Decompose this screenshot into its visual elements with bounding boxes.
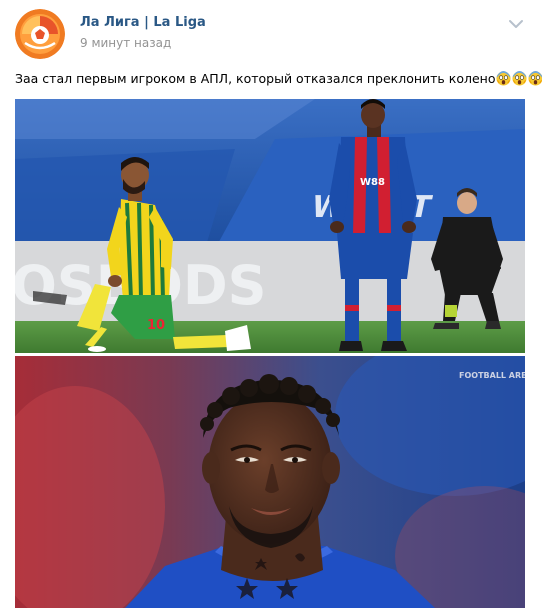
shirt-number: 10 xyxy=(147,318,165,333)
laliga-logo-icon xyxy=(15,9,65,59)
post-photo-match[interactable]: WW ST OSBODS 10 xyxy=(15,99,525,353)
community-avatar[interactable] xyxy=(15,9,65,59)
chevron-down-icon[interactable] xyxy=(506,16,526,32)
emoji-group xyxy=(496,71,542,91)
post-text: Заа стал первым игроком в АПЛ, который о… xyxy=(15,70,542,91)
community-name-link[interactable]: Ла Лига | La Liga xyxy=(80,15,206,30)
wall-post: Ла Лига | La Liga 9 минут назад Заа стал… xyxy=(0,0,542,615)
scream-emoji-icon xyxy=(528,71,542,86)
scream-emoji-icon xyxy=(496,71,511,86)
post-text-body: Заа стал первым игроком в АПЛ, который о… xyxy=(15,71,496,86)
watermark-text: FOOTBALL ARENA xyxy=(459,371,525,380)
sponsor-text: W88 xyxy=(360,177,385,188)
scream-emoji-icon xyxy=(512,71,527,86)
post-photo-portrait[interactable]: FOOTBALL ARENA xyxy=(15,356,525,608)
post-timestamp-link[interactable]: 9 минут назад xyxy=(80,36,171,50)
